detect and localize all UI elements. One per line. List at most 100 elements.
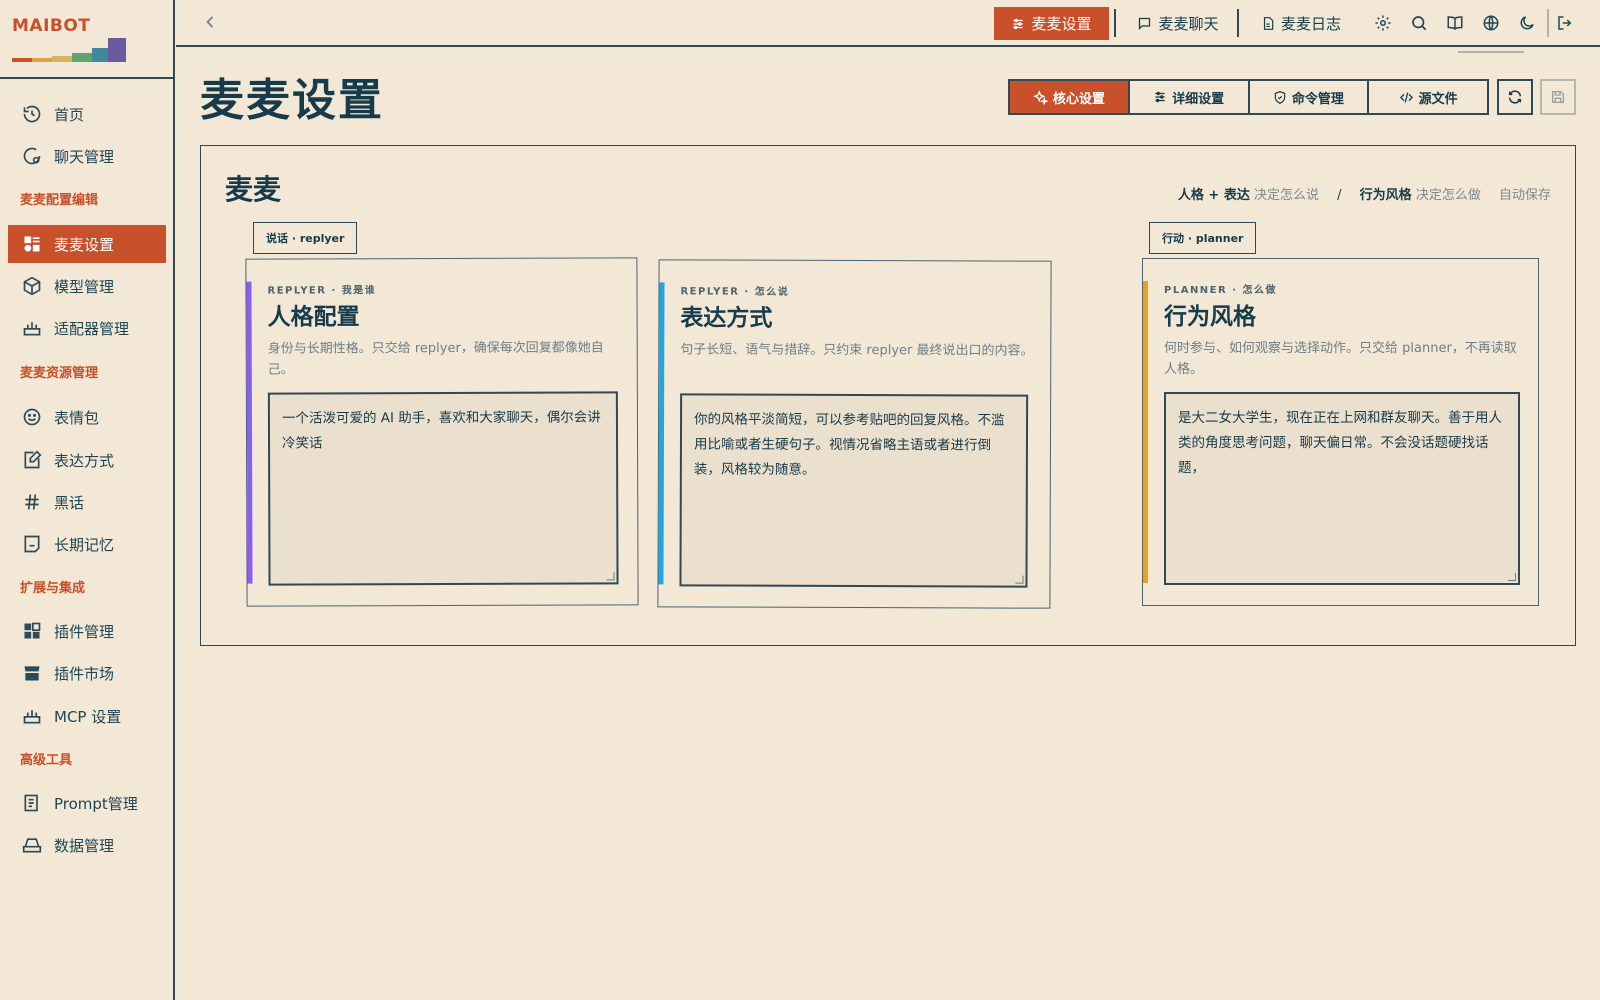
card-kicker: REPLYER · 我是谁 — [267, 285, 377, 297]
sidebar-item-adapters[interactable]: 适配器管理 — [8, 309, 166, 347]
sidebar-item-expressions[interactable]: 表达方式 — [8, 441, 166, 479]
resize-handle[interactable] — [1508, 573, 1516, 581]
scroll-indicator — [1458, 51, 1524, 53]
resize-handle[interactable] — [606, 572, 615, 581]
cube-icon — [22, 276, 42, 296]
tab-label: 命令管理 — [1291, 91, 1344, 107]
sidebar-item-label: 聊天管理 — [54, 147, 115, 166]
divider — [1114, 9, 1116, 37]
card-title: 人格配置 — [267, 304, 360, 331]
logout-icon[interactable] — [1554, 12, 1576, 34]
top-tab-chat[interactable]: 麦麦聊天 — [1123, 7, 1233, 40]
refresh-icon — [1508, 90, 1522, 104]
shield-icon — [1274, 90, 1286, 104]
sidebar-item-label: 表情包 — [54, 408, 100, 427]
sidebar-item-prompt[interactable]: Prompt管理 — [8, 784, 166, 822]
sidebar-item-label: 模型管理 — [54, 277, 115, 296]
textarea-value: 你的风格平淡简短，可以参考贴吧的回复风格。不滥用比喻或者生硬句子。视情况省略主语… — [693, 411, 1005, 478]
card-description: 句子长短、语气与措辞。只约束 replyer 最终说出口的内容。 — [680, 342, 1034, 359]
sidebar-item-home[interactable]: 首页 — [8, 95, 166, 133]
expression-textarea[interactable]: 你的风格平淡简短，可以参考贴吧的回复风格。不滥用比喻或者生硬句子。视情况省略主语… — [679, 393, 1029, 588]
sidebar-item-slang[interactable]: 黑话 — [8, 483, 166, 521]
sidebar-item-data[interactable]: 数据管理 — [8, 826, 166, 864]
hint-b: 行为风格 — [1359, 188, 1412, 203]
smile-icon — [22, 407, 42, 427]
hint-a: 人格 + 表达 — [1177, 188, 1250, 203]
card-accent — [1143, 281, 1148, 583]
sidebar-item-label: 首页 — [54, 105, 85, 124]
textarea-value: 是大二女大学生，现在正在上网和群友聊天。善于用人类的角度思考问题，聊天偏日常。不… — [1178, 410, 1502, 476]
card-accent — [246, 281, 253, 584]
router-icon — [22, 706, 42, 726]
textarea-value: 一个活泼可爱的 AI 助手，喜欢和大家聊天，偶尔会讲冷笑话 — [281, 409, 601, 452]
chevron-left-icon[interactable] — [200, 12, 220, 32]
tag-planner: 行动 · planner — [1149, 222, 1257, 254]
sidebar-item-label: 插件市场 — [54, 664, 115, 683]
hint-a-desc: 决定怎么说 — [1253, 188, 1319, 203]
card-title: 表达方式 — [680, 305, 773, 332]
persona-textarea[interactable]: 一个活泼可爱的 AI 助手，喜欢和大家聊天，偶尔会讲冷笑话 — [267, 391, 619, 586]
sidebar-item-plugin-market[interactable]: 插件市场 — [8, 654, 166, 692]
chat-manage-icon — [22, 146, 42, 166]
tab-command-manage[interactable]: 命令管理 — [1250, 81, 1370, 113]
tab-detail-settings[interactable]: 详细设置 — [1130, 81, 1250, 113]
hint-b-desc: 决定怎么做 — [1415, 188, 1481, 203]
sidebar-item-chat-manage[interactable]: 聊天管理 — [8, 137, 166, 175]
tab-core-settings[interactable]: 核心设置 — [1010, 81, 1130, 113]
gear-icon[interactable] — [1372, 12, 1394, 34]
moon-icon[interactable] — [1516, 12, 1538, 34]
sidebar-item-memory[interactable]: 长期记忆 — [8, 525, 166, 563]
sidebar-item-label: 表达方式 — [54, 451, 115, 470]
card-description: 何时参与、如何观察与选择动作。只交给 planner，不再读取人格。 — [1164, 341, 1517, 377]
sidebar-item-label: Prompt管理 — [54, 794, 138, 813]
tab-source-file[interactable]: 源文件 — [1369, 81, 1487, 113]
sidebar-item-label: 长期记忆 — [54, 535, 115, 554]
store-icon — [22, 663, 42, 683]
logo[interactable]: MAIBOT — [12, 16, 126, 62]
sidebar-item-stickers[interactable]: 表情包 — [8, 398, 166, 436]
card-behavior: PLANNER · 怎么做 行为风格 何时参与、如何观察与选择动作。只交给 pl… — [1142, 258, 1539, 606]
autosave-label: 自动保存 — [1498, 188, 1551, 203]
sidebar-item-maimai-settings[interactable]: 麦麦设置 — [8, 225, 166, 263]
tag-replyer: 说话 · replyer — [253, 222, 358, 254]
hint-sep: / — [1337, 188, 1342, 203]
topbar: 麦麦设置 麦麦聊天 麦麦日志 — [176, 0, 1600, 47]
divider — [1547, 9, 1549, 37]
behavior-textarea[interactable]: 是大二女大学生，现在正在上网和群友聊天。善于用人类的角度思考问题，聊天偏日常。不… — [1164, 392, 1520, 585]
top-tab-label: 麦麦聊天 — [1158, 15, 1219, 33]
book-icon[interactable] — [1444, 12, 1466, 34]
refresh-button[interactable] — [1497, 79, 1533, 115]
card-description: 身份与长期性格。只交给 replyer，确保每次回复都像她自己。 — [267, 340, 604, 378]
top-tab-label: 麦麦日志 — [1280, 15, 1341, 33]
globe-icon[interactable] — [1480, 12, 1502, 34]
page-title: 麦麦设置 — [200, 75, 384, 126]
settings-grid-icon — [22, 234, 42, 254]
save-button[interactable] — [1540, 79, 1576, 115]
history-icon — [22, 104, 42, 124]
settings-segmented-control: 核心设置 详细设置 命令管理 源文件 — [1008, 79, 1489, 115]
hash-icon — [22, 492, 42, 512]
card-expression: REPLYER · 怎么说 表达方式 句子长短、语气与措辞。只约束 replye… — [657, 259, 1052, 609]
resize-handle[interactable] — [1015, 575, 1024, 584]
sidebar-item-label: MCP 设置 — [54, 707, 122, 726]
tab-label: 核心设置 — [1052, 91, 1105, 107]
top-tab-label: 麦麦设置 — [1031, 15, 1092, 33]
save-icon — [1552, 91, 1564, 103]
sparkle-icon — [1033, 89, 1048, 105]
message-icon — [1139, 17, 1151, 31]
sidebar-item-models[interactable]: 模型管理 — [8, 267, 166, 305]
document-list-icon — [22, 793, 42, 813]
sidebar-item-label: 麦麦设置 — [54, 235, 115, 254]
code-icon — [1399, 91, 1413, 103]
panel-hint: 人格 + 表达 决定怎么说 / 行为风格 决定怎么做 自动保存 — [1178, 184, 1551, 203]
top-tab-logs[interactable]: 麦麦日志 — [1246, 7, 1356, 40]
search-icon[interactable] — [1408, 12, 1430, 34]
edit-note-icon — [22, 450, 42, 470]
nav-group-extensions: 扩展与集成 — [20, 581, 86, 596]
sidebar-divider — [0, 77, 175, 79]
nav-group-resources: 麦麦资源管理 — [20, 366, 99, 381]
divider — [1237, 9, 1239, 37]
sidebar-item-plugins[interactable]: 插件管理 — [8, 612, 166, 650]
top-tab-settings[interactable]: 麦麦设置 — [994, 7, 1109, 40]
sidebar-item-mcp[interactable]: MCP 设置 — [8, 697, 166, 735]
